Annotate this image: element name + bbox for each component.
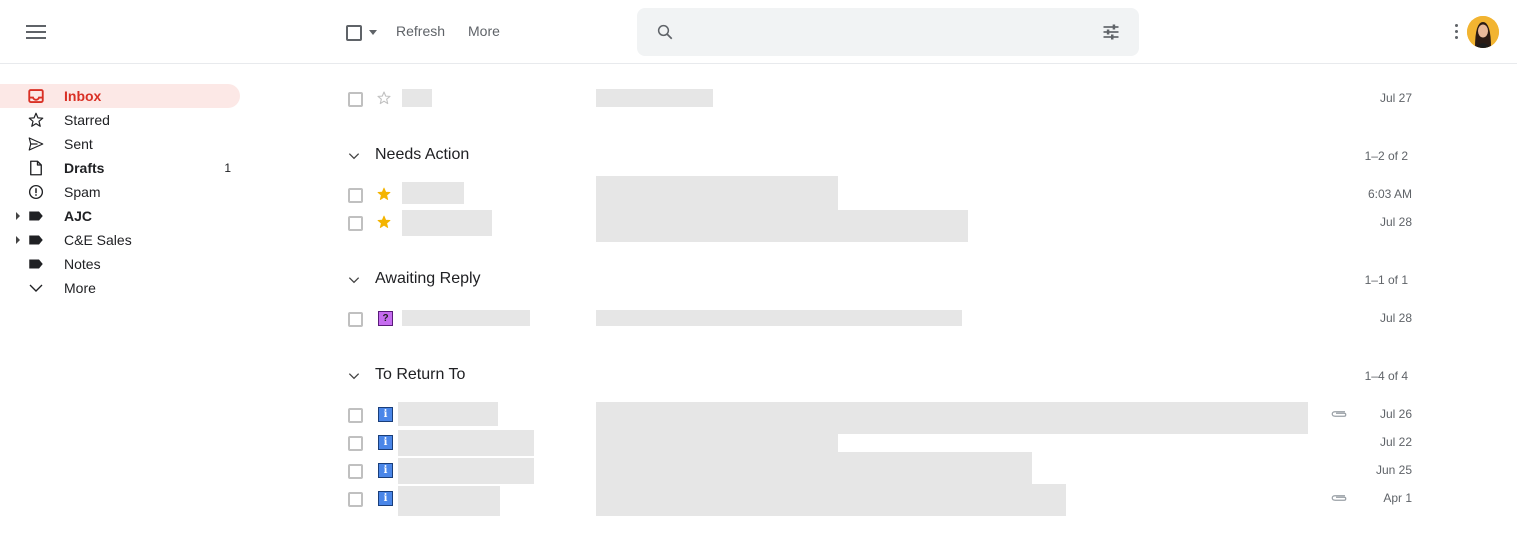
list-item[interactable]: i Apr 1	[340, 484, 1420, 516]
list-item[interactable]: ? Jul 28	[340, 306, 1420, 332]
list-item[interactable]: 6:03 AM	[340, 176, 1420, 210]
list-item[interactable]: Jul 28	[340, 210, 1420, 242]
subject-redacted	[596, 484, 1066, 516]
more-button[interactable]: More	[468, 23, 500, 39]
spam-icon	[28, 184, 44, 200]
info-badge-icon: i	[378, 463, 393, 478]
send-icon	[28, 137, 44, 151]
sender-redacted	[398, 430, 534, 456]
info-badge-icon: i	[378, 435, 393, 450]
row-date: Apr 1	[1383, 491, 1412, 505]
top-bar: Refresh More	[0, 0, 1517, 64]
collapse-section-icon[interactable]	[347, 149, 361, 163]
row-date: 6:03 AM	[1367, 187, 1412, 201]
section-count: 1–1 of 1	[1364, 273, 1408, 287]
sender-redacted	[402, 89, 432, 107]
section-title: Needs Action	[375, 146, 470, 163]
sidebar-item-notes[interactable]: Notes	[0, 252, 240, 276]
sidebar-item-sent[interactable]: Sent	[0, 132, 240, 156]
search-input[interactable]	[693, 18, 1077, 48]
section-title: Awaiting Reply	[375, 270, 481, 287]
section-count: 1–4 of 4	[1364, 369, 1408, 383]
chevron-down-icon	[29, 284, 43, 292]
sidebar-item-spam[interactable]: Spam	[0, 180, 240, 204]
info-badge-icon: i	[378, 407, 393, 422]
question-badge-icon: ?	[378, 311, 393, 326]
search-options-icon[interactable]	[1101, 22, 1121, 42]
sidebar-item-more[interactable]: More	[0, 276, 240, 300]
list-item[interactable]: i Jun 25	[340, 452, 1420, 484]
sidebar-item-label: C&E Sales	[64, 232, 132, 248]
list-item[interactable]: i Jul 26	[340, 402, 1420, 434]
label-icon	[29, 211, 43, 221]
row-checkbox[interactable]	[348, 312, 363, 327]
row-checkbox[interactable]	[348, 436, 363, 451]
collapse-section-icon[interactable]	[347, 369, 361, 383]
search-icon[interactable]	[656, 23, 674, 41]
sidebar-item-starred[interactable]: Starred	[0, 108, 240, 132]
attachment-icon	[1331, 411, 1347, 417]
star-filled-icon[interactable]	[376, 186, 392, 202]
sidebar-item-ajc[interactable]: AJC	[0, 204, 240, 228]
sender-redacted	[398, 486, 500, 516]
subject-redacted	[596, 452, 1032, 484]
main-menu-icon[interactable]	[26, 25, 46, 39]
search-bar	[637, 8, 1139, 56]
star-icon	[28, 112, 44, 127]
row-date: Jul 27	[1379, 91, 1412, 105]
star-filled-icon[interactable]	[376, 214, 392, 230]
sidebar-item-label: Notes	[64, 256, 101, 272]
select-all-checkbox[interactable]	[346, 25, 362, 41]
select-dropdown-icon[interactable]	[369, 30, 377, 35]
sidebar-item-inbox[interactable]: Inbox	[0, 84, 240, 108]
subject-redacted	[596, 210, 968, 242]
section-title: To Return To	[375, 366, 466, 383]
sender-redacted	[402, 182, 464, 204]
row-checkbox[interactable]	[348, 464, 363, 479]
sidebar-item-ce-sales[interactable]: C&E Sales	[0, 228, 240, 252]
row-checkbox[interactable]	[348, 188, 363, 203]
row-date: Jul 26	[1379, 407, 1412, 421]
sender-redacted	[398, 458, 534, 484]
inbox-icon	[28, 89, 44, 103]
info-badge-icon: i	[378, 491, 393, 506]
sidebar-item-label: AJC	[64, 208, 93, 224]
subject-redacted	[596, 176, 838, 210]
row-checkbox[interactable]	[348, 92, 363, 107]
star-outline-icon[interactable]	[376, 90, 392, 106]
sidebar-item-label: Sent	[64, 136, 93, 152]
label-icon	[29, 259, 43, 269]
sender-redacted	[398, 402, 498, 426]
row-checkbox[interactable]	[348, 408, 363, 423]
row-date: Jun 25	[1375, 463, 1412, 477]
row-checkbox[interactable]	[348, 492, 363, 507]
subject-redacted	[596, 432, 838, 452]
apps-menu-icon[interactable]	[1455, 24, 1459, 40]
sidebar-item-label: Starred	[64, 112, 110, 128]
label-icon	[29, 235, 43, 245]
subject-redacted	[596, 89, 713, 107]
refresh-button[interactable]: Refresh	[396, 23, 445, 39]
row-date: Jul 22	[1379, 435, 1412, 449]
avatar[interactable]	[1467, 16, 1499, 48]
row-date: Jul 28	[1379, 215, 1412, 229]
section-count: 1–2 of 2	[1364, 149, 1408, 163]
sidebar-item-label: Inbox	[64, 88, 102, 104]
sidebar-item-label: Drafts	[64, 160, 105, 176]
sidebar-item-drafts[interactable]: Drafts 1	[0, 156, 240, 180]
subject-redacted	[596, 310, 962, 326]
draft-icon	[30, 160, 42, 176]
expand-arrow-icon[interactable]	[16, 236, 20, 244]
sender-redacted	[402, 310, 530, 326]
row-date: Jul 28	[1379, 311, 1412, 325]
drafts-count: 1	[224, 161, 231, 175]
list-item[interactable]: Jul 27	[340, 86, 1420, 112]
sender-redacted	[402, 210, 492, 236]
collapse-section-icon[interactable]	[347, 273, 361, 287]
sidebar-item-label: More	[64, 280, 96, 296]
attachment-icon	[1331, 495, 1347, 501]
sidebar-item-label: Spam	[64, 184, 101, 200]
row-checkbox[interactable]	[348, 216, 363, 231]
expand-arrow-icon[interactable]	[16, 212, 20, 220]
